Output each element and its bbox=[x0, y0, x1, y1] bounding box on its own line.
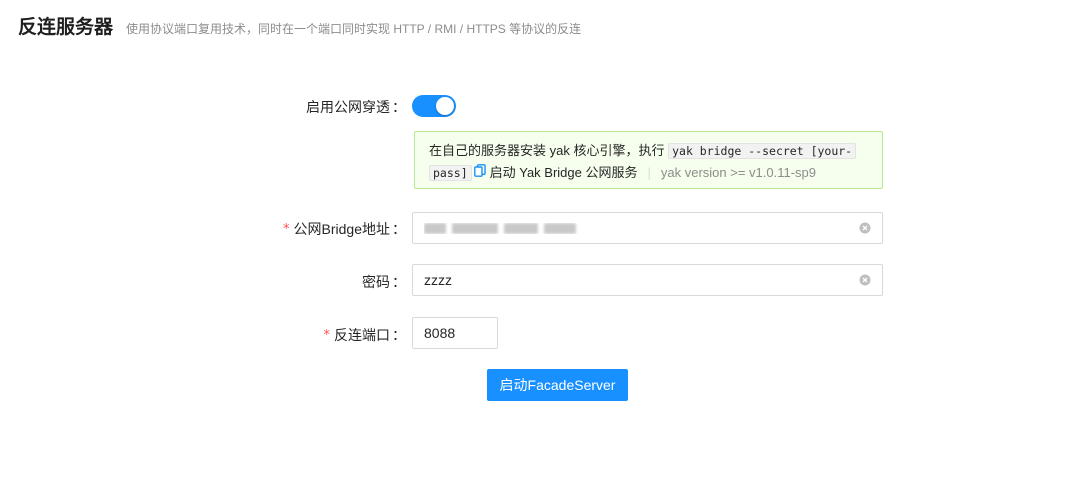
label-colon: ： bbox=[392, 221, 406, 237]
copy-icon[interactable] bbox=[473, 162, 486, 183]
alert-text-before: 在自己的服务器安装 yak 核心引擎，执行 bbox=[429, 143, 665, 158]
reverse-port-label-text: 反连端口 bbox=[334, 327, 390, 343]
reverse-port-value: 8088 bbox=[424, 325, 456, 341]
bridge-address-input[interactable] bbox=[412, 212, 883, 244]
bridge-command-code-cont: pass] bbox=[429, 165, 472, 181]
alert-divider: | bbox=[647, 165, 651, 180]
switch-knob bbox=[436, 97, 454, 115]
redacted-block bbox=[424, 222, 446, 234]
redacted-block bbox=[504, 222, 538, 234]
reverse-port-input[interactable]: 8088 bbox=[412, 317, 498, 349]
alert-line-1: 在自己的服务器安装 yak 核心引擎，执行 yak bridge --secre… bbox=[429, 140, 868, 162]
page-subtitle: 使用协议端口复用技术，同时在一个端口同时实现 HTTP / RMI / HTTP… bbox=[126, 22, 582, 36]
reverse-port-label: * 反连端口： bbox=[324, 325, 407, 345]
required-mark: * bbox=[283, 221, 290, 237]
page-header: 反连服务器 使用协议端口复用技术，同时在一个端口同时实现 HTTP / RMI … bbox=[18, 12, 581, 39]
clear-icon[interactable] bbox=[859, 274, 871, 286]
redacted-block bbox=[452, 222, 498, 234]
public-tunnel-label: 启用公网穿透： bbox=[306, 97, 406, 117]
password-label: 密码： bbox=[362, 272, 406, 292]
bridge-address-value-blurred bbox=[424, 222, 859, 234]
label-colon: ： bbox=[392, 99, 406, 115]
label-colon: ： bbox=[392, 274, 406, 290]
required-mark: * bbox=[323, 327, 331, 343]
bridge-address-label: * 公网Bridge地址： bbox=[283, 219, 406, 239]
bridge-info-alert: 在自己的服务器安装 yak 核心引擎，执行 yak bridge --secre… bbox=[414, 131, 883, 189]
password-input[interactable]: zzzz bbox=[412, 264, 883, 296]
alert-text-after: 启动 Yak Bridge 公网服务 bbox=[489, 165, 638, 180]
clear-icon[interactable] bbox=[859, 222, 871, 234]
public-tunnel-label-text: 启用公网穿透 bbox=[306, 99, 390, 115]
public-tunnel-switch[interactable] bbox=[412, 95, 456, 117]
bridge-command-code: yak bridge --secret [your- bbox=[668, 143, 857, 159]
start-facade-server-button[interactable]: 启动FacadeServer bbox=[487, 369, 628, 401]
password-value: zzzz bbox=[424, 272, 452, 288]
version-note: yak version >= v1.0.11-sp9 bbox=[660, 165, 816, 180]
page-title: 反连服务器 bbox=[18, 17, 114, 38]
bridge-address-label-text: 公网Bridge地址 bbox=[293, 221, 390, 237]
password-label-text: 密码 bbox=[362, 274, 390, 290]
label-colon: ： bbox=[392, 327, 406, 343]
redacted-block bbox=[544, 222, 576, 234]
alert-line-2: pass] 启动 Yak Bridge 公网服务 | yak version >= v… bbox=[429, 162, 868, 185]
